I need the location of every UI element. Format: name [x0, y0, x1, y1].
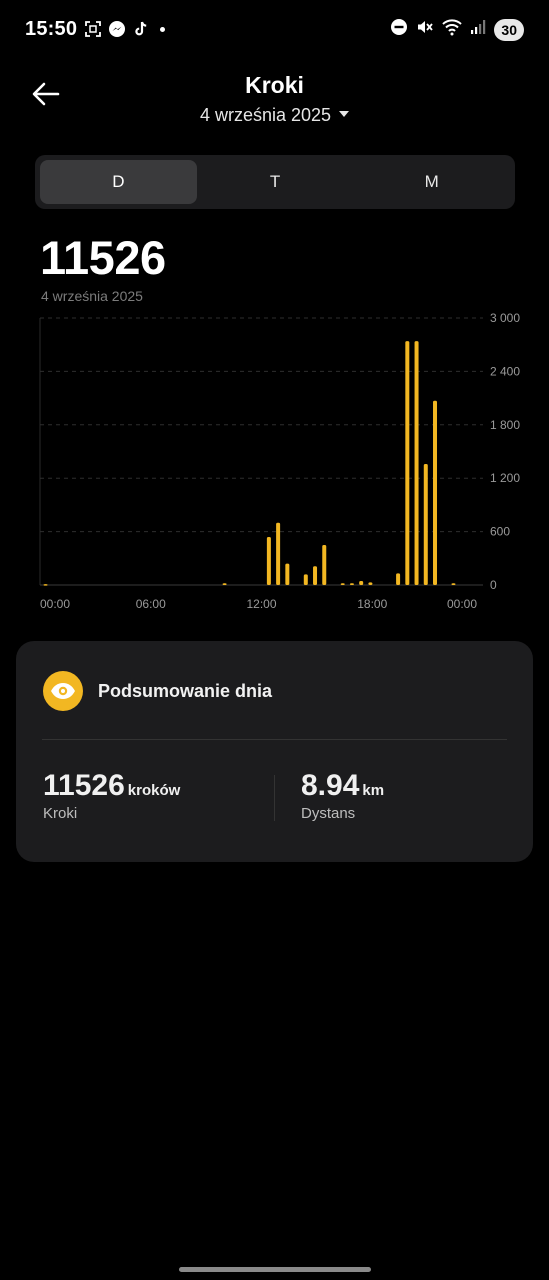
chart-bar — [222, 583, 227, 585]
chart-bar — [303, 574, 308, 585]
chart-bar — [414, 341, 419, 585]
dnd-icon — [390, 18, 408, 41]
day-summary-card[interactable]: Podsumowanie dnia 11526 kroków Kroki 8.94… — [16, 641, 533, 862]
x-tick-label: 12:00 — [246, 597, 276, 611]
steps-metric: 11526 kroków Kroki — [43, 769, 180, 822]
distance-label: Dystans — [301, 805, 356, 822]
chart-bar — [359, 580, 364, 585]
eye-icon — [43, 671, 83, 711]
chart-bar — [340, 583, 345, 585]
steps-total: 11526 — [40, 231, 166, 284]
chart-bar — [451, 583, 456, 585]
status-time: 15:50 — [25, 18, 78, 40]
status-left-icons — [84, 20, 165, 38]
chart-bar — [423, 463, 428, 585]
chart-bar — [43, 584, 48, 586]
tiktok-icon — [132, 20, 150, 38]
screenshot-icon — [84, 20, 102, 38]
wifi-icon — [442, 18, 463, 41]
status-bar: 15:50 30 — [0, 0, 549, 60]
battery-indicator: 30 — [494, 18, 524, 41]
card-title: Podsumowanie dnia — [98, 681, 273, 701]
page-title: Kroki — [245, 72, 304, 98]
x-tick-label: 00:00 — [40, 597, 70, 611]
y-tick-label: 3 000 — [490, 311, 520, 325]
chart-bar — [285, 563, 290, 585]
chart-bar — [322, 544, 327, 585]
y-tick-label: 1 200 — [490, 471, 520, 485]
divider — [42, 739, 507, 740]
segment-week[interactable]: T — [197, 160, 354, 204]
messenger-icon — [108, 20, 126, 38]
steps-date: 4 września 2025 — [41, 288, 143, 304]
signal-icon — [470, 18, 486, 41]
notification-dot — [160, 26, 165, 32]
home-indicator[interactable] — [179, 1267, 371, 1272]
segment-day[interactable]: D — [40, 160, 197, 204]
chart-bar — [405, 341, 410, 585]
chart-bar — [396, 573, 401, 585]
mute-icon — [416, 18, 434, 41]
status-right-icons: 30 — [390, 18, 524, 41]
chart-bar — [433, 400, 438, 585]
distance-value: 8.94 — [301, 769, 360, 802]
steps-label: Kroki — [43, 805, 78, 822]
steps-bar-chart: 3 000 2 400 1 800 1 200 600 0 00:00 06:00 12:00 1… — [39, 311, 520, 611]
y-tick-label: 1 800 — [490, 418, 520, 432]
chart-bar — [349, 583, 354, 585]
chart-bar — [266, 536, 271, 585]
chart-bar — [276, 522, 281, 585]
period-segmented-control: D T M — [35, 155, 515, 209]
steps-value: 11526 — [43, 769, 125, 802]
metric-separator — [274, 775, 275, 821]
chart-bar — [313, 566, 318, 585]
distance-unit: km — [362, 782, 385, 799]
x-tick-label: 06:00 — [136, 597, 166, 611]
chart-bar — [368, 582, 373, 585]
x-tick-label: 00:00 — [447, 597, 477, 611]
steps-unit: kroków — [127, 782, 181, 799]
segment-month[interactable]: M — [353, 160, 510, 204]
date-picker[interactable]: 4 września 2025 — [0, 105, 549, 126]
caret-down-icon — [339, 111, 350, 118]
y-tick-label: 0 — [490, 578, 497, 592]
y-tick-label: 2 400 — [490, 364, 520, 378]
y-tick-label: 600 — [490, 525, 510, 539]
distance-metric: 8.94 km Dystans — [301, 769, 384, 822]
date-picker-label: 4 września 2025 — [199, 105, 332, 125]
x-tick-label: 18:00 — [357, 597, 387, 611]
